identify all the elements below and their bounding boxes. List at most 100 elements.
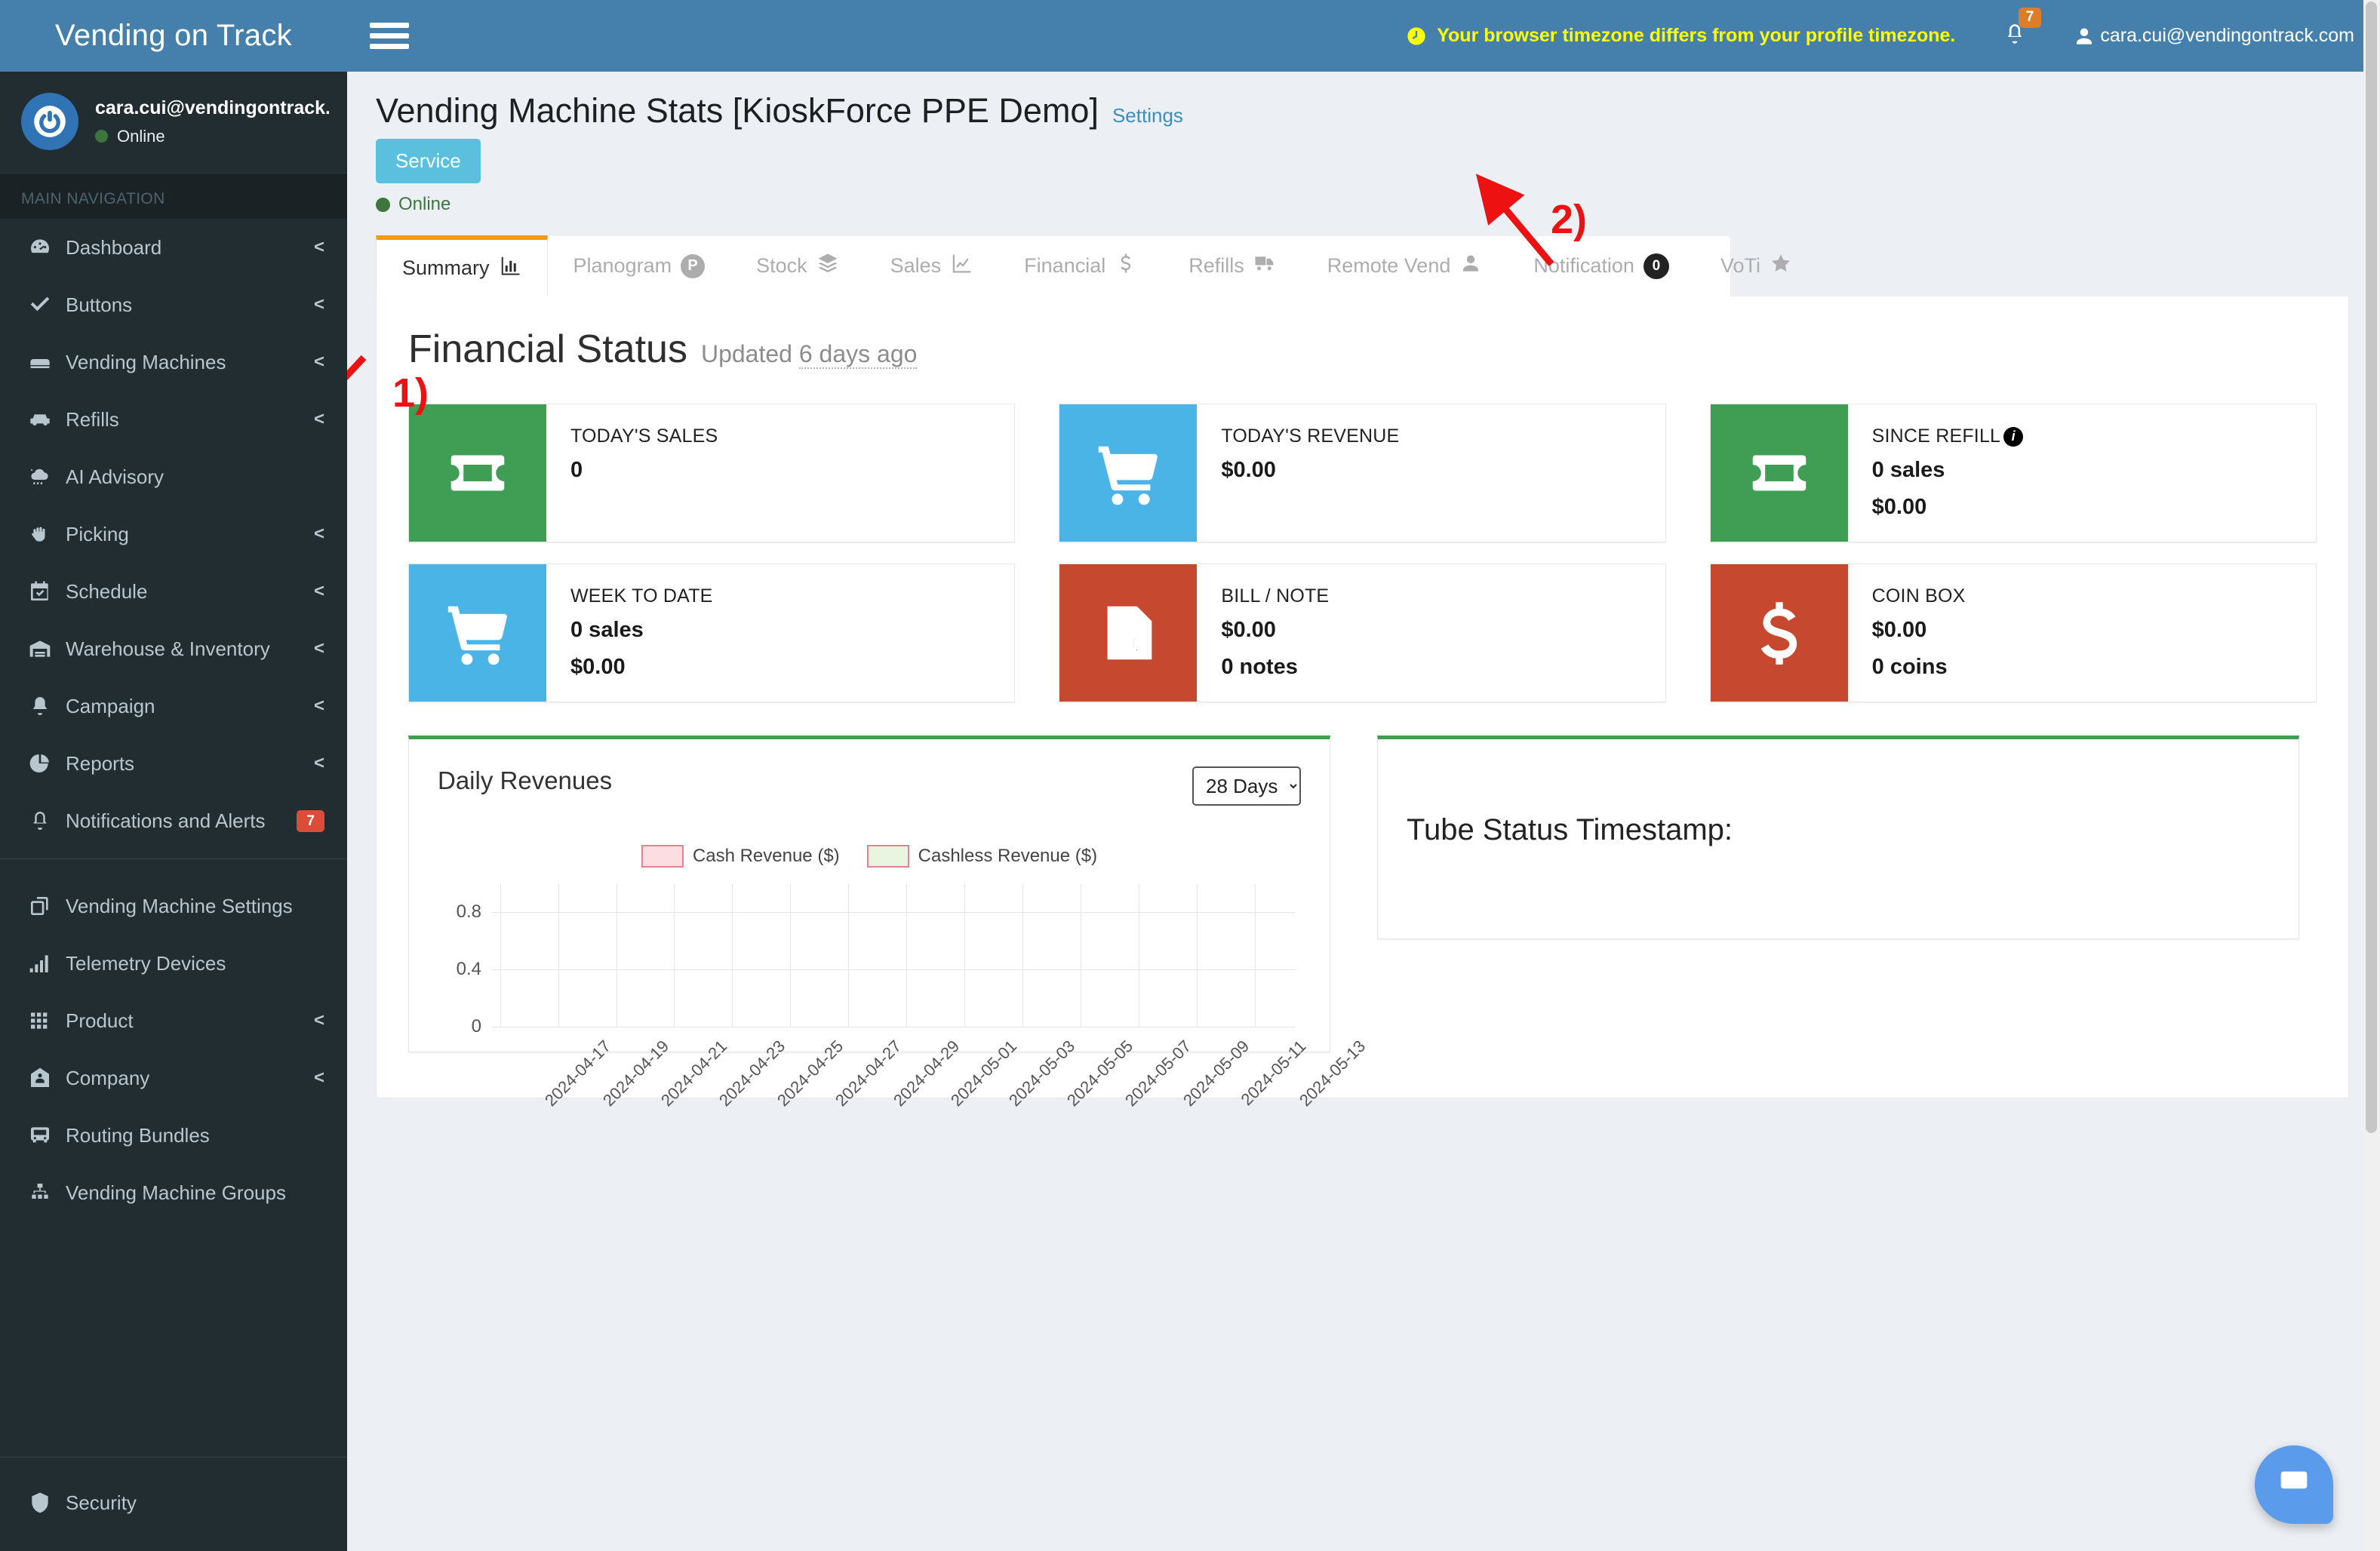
page-title-row: Vending Machine Stats [KioskForce PPE De… xyxy=(376,93,2350,129)
tab-notification[interactable]: Notification 0 xyxy=(1508,236,1695,296)
app-root: Vending on Track cara.cui@vendingontrack… xyxy=(0,0,2380,1551)
sidebar-item-security[interactable]: Security xyxy=(0,1474,347,1531)
tab-sales[interactable]: Sales xyxy=(865,236,999,296)
sidebar-item-label: Telemetry Devices xyxy=(66,951,226,975)
stat-card-label: TODAY'S SALES xyxy=(570,425,718,447)
tab-voti[interactable]: VoTi xyxy=(1695,236,1818,296)
sidebar-item-campaign[interactable]: Campaign < xyxy=(0,677,347,735)
legend-item-cash[interactable]: Cash Revenue ($) xyxy=(641,845,840,868)
tab-planogram[interactable]: Planogram P xyxy=(548,236,731,296)
truck-icon xyxy=(1253,252,1276,280)
signal-bars-icon xyxy=(28,951,60,975)
sidebar-item-vending-machines[interactable]: Vending Machines < xyxy=(0,333,347,391)
settings-link[interactable]: Settings xyxy=(1112,104,1183,127)
gridline-vertical xyxy=(674,884,675,1028)
sidebar-item-notifications-and-alerts[interactable]: Notifications and Alerts 7 xyxy=(0,792,347,849)
sidebar-item-buttons[interactable]: Buttons < xyxy=(0,276,347,333)
tab-label: Planogram xyxy=(573,254,672,278)
daily-revenues-header: Daily Revenues 28 Days xyxy=(438,766,1301,806)
sidebar-item-picking[interactable]: Picking < xyxy=(0,505,347,563)
annotation-label-1: 1) xyxy=(392,370,429,416)
notification-count-badge: 7 xyxy=(2018,8,2042,28)
sidebar-item-product[interactable]: Product < xyxy=(0,992,347,1049)
tab-financial[interactable]: Financial xyxy=(998,236,1163,296)
shield-icon xyxy=(28,1491,60,1515)
account-menu[interactable]: cara.cui@vendingontrack.com xyxy=(2073,25,2354,48)
page-body: Vending Machine Stats [KioskForce PPE De… xyxy=(347,72,2380,1551)
sidebar-nav-main: Dashboard < Buttons < Vending Machines <… xyxy=(0,219,347,849)
notification-count-badge: 0 xyxy=(1643,253,1669,279)
dashboard-icon xyxy=(28,235,60,260)
chat-widget-button[interactable] xyxy=(2255,1445,2333,1524)
chevron-left-icon: < xyxy=(313,753,324,773)
stat-card-todays-sales: TODAY'S SALES 0 xyxy=(408,404,1016,543)
sidebar-item-dashboard[interactable]: Dashboard < xyxy=(0,219,347,276)
sidebar-item-label: Reports xyxy=(66,751,135,775)
page-scrollbar[interactable] xyxy=(2363,0,2380,1551)
chevron-left-icon: < xyxy=(313,524,324,544)
ticket-icon xyxy=(409,404,546,542)
sidebar-item-label: Notifications and Alerts xyxy=(66,809,266,832)
tab-label: Stock xyxy=(756,254,807,278)
gridline-vertical xyxy=(500,884,501,1028)
chevron-left-icon: < xyxy=(313,696,324,716)
hand-icon xyxy=(28,522,60,546)
sidebar-item-ai-advisory[interactable]: AI Advisory xyxy=(0,448,347,505)
sidebar-item-label: Buttons xyxy=(66,293,133,316)
gridline-horizontal: 0.8 xyxy=(457,901,1295,922)
gridline-vertical xyxy=(1254,884,1256,1028)
stat-cards-row-2: WEEK TO DATE 0 sales $0.00 BILL / NOTE $… xyxy=(408,564,2317,703)
sidebar-item-refills[interactable]: Refills < xyxy=(0,391,347,448)
chevron-left-icon: < xyxy=(313,409,324,429)
tube-status-box: Tube Status Timestamp: xyxy=(1377,736,2299,940)
status-badge: 7 xyxy=(297,809,324,832)
sidebar-item-vending-machine-settings[interactable]: Vending Machine Settings xyxy=(0,877,347,935)
pie-chart-icon xyxy=(28,751,60,776)
range-select[interactable]: 28 Days xyxy=(1192,766,1301,806)
tab-remote-vend[interactable]: Remote Vend xyxy=(1302,236,1508,296)
sidebar-item-telemetry-devices[interactable]: Telemetry Devices xyxy=(0,935,347,992)
stat-card-value: $0.00 xyxy=(1221,618,1276,643)
sidebar-item-vending-machine-groups[interactable]: Vending Machine Groups xyxy=(0,1164,347,1221)
annotation-label-2: 2) xyxy=(1551,197,1588,242)
account-email: cara.cui@vendingontrack.com xyxy=(2100,25,2354,46)
tab-label: Financial xyxy=(1024,254,1106,278)
sidebar-item-warehouse-inventory[interactable]: Warehouse & Inventory < xyxy=(0,620,347,677)
stat-card-label-text: SINCE REFILL xyxy=(1871,425,2001,447)
daily-revenues-title: Daily Revenues xyxy=(438,766,613,795)
clock-icon xyxy=(1407,26,1425,45)
sidebar-item-schedule[interactable]: Schedule < xyxy=(0,563,347,620)
sidebar-item-routing-bundles[interactable]: Routing Bundles xyxy=(0,1107,347,1164)
sidebar-item-label: Vending Machine Groups xyxy=(66,1181,286,1204)
sidebar-toggle-button[interactable] xyxy=(370,23,409,49)
service-button[interactable]: Service xyxy=(376,139,481,184)
topbar: Your browser timezone differs from your … xyxy=(347,0,2380,72)
content-area: Your browser timezone differs from your … xyxy=(347,0,2380,1551)
legend-item-cashless[interactable]: Cashless Revenue ($) xyxy=(866,845,1098,868)
info-icon[interactable]: i xyxy=(2003,426,2024,447)
sidebar-item-label: Product xyxy=(66,1009,134,1032)
chevron-left-icon: < xyxy=(313,1067,324,1088)
legend-label: Cashless Revenue ($) xyxy=(918,846,1098,867)
sidebar-divider-1 xyxy=(0,858,347,859)
stat-card-body: TODAY'S SALES 0 xyxy=(546,404,718,542)
tab-summary[interactable]: Summary xyxy=(376,235,548,296)
machine-status: Online xyxy=(376,194,2350,215)
y-axis-tick-label: 0 xyxy=(471,1016,481,1037)
chevron-left-icon: < xyxy=(313,1010,324,1030)
notifications-button[interactable]: 7 xyxy=(1994,8,2042,55)
tab-stock[interactable]: Stock xyxy=(730,236,865,296)
chat-bubble-icon xyxy=(2280,1471,2308,1489)
scrollbar-thumb[interactable] xyxy=(2366,2,2377,1133)
online-dot-icon xyxy=(95,130,108,143)
copy-icon xyxy=(28,894,60,918)
legend-label: Cash Revenue ($) xyxy=(692,846,840,867)
sidebar-user-panel[interactable]: cara.cui@vendingontrack.c Online xyxy=(0,72,347,174)
sidebar-item-company[interactable]: Company < xyxy=(0,1049,347,1107)
car-icon xyxy=(28,407,60,432)
sidebar-item-label: Vending Machines xyxy=(66,350,226,373)
chevron-left-icon: < xyxy=(313,638,324,659)
sidebar-item-reports[interactable]: Reports < xyxy=(0,735,347,792)
company-icon xyxy=(28,1066,60,1090)
tab-refills[interactable]: Refills xyxy=(1163,236,1302,296)
